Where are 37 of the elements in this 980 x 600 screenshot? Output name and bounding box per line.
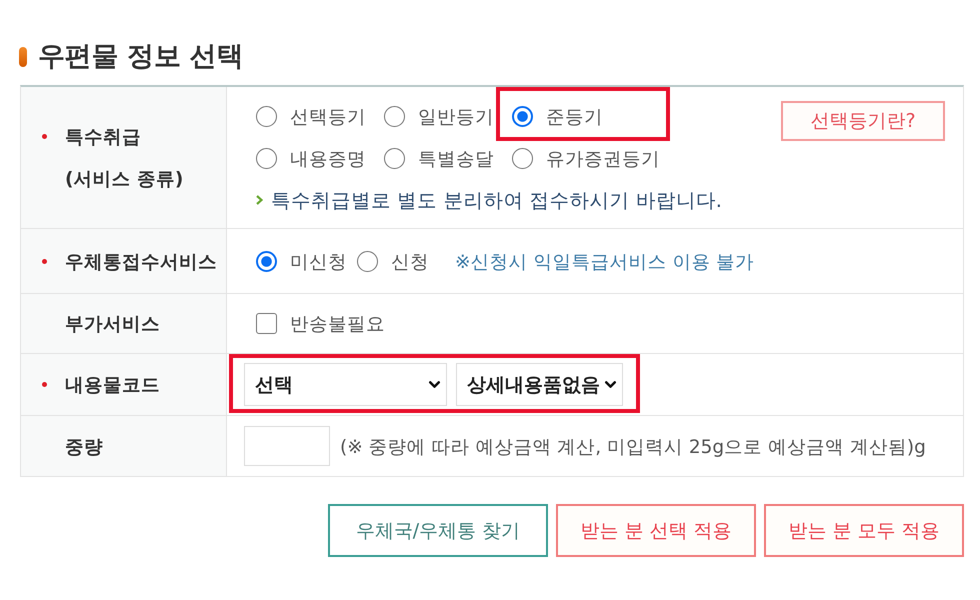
info-button[interactable]: 선택등기란? (781, 101, 945, 141)
radio-button[interactable] (512, 148, 533, 168)
field-label: 내용물코드 (65, 374, 160, 397)
field-label: 우체통접수서비스 (65, 250, 217, 274)
field-label: 특수취급 (65, 126, 141, 149)
radio-label[interactable]: 준등기 (546, 104, 603, 128)
radio-label[interactable]: 신청 (391, 248, 429, 274)
radio-button[interactable] (256, 250, 277, 272)
field-sublabel: (서비스 종류) (65, 168, 184, 192)
radio-button[interactable] (256, 106, 277, 126)
radio-label[interactable]: 내용증명 (290, 146, 366, 170)
guide-note: 특수취급별로 별도 분리하여 접수하시기 바랍니다. (271, 188, 722, 214)
radio-label[interactable]: 유가증권등기 (546, 146, 660, 170)
radio-label[interactable]: 선택등기 (290, 104, 366, 128)
section-title: 우편물 정보 선택 (38, 40, 244, 74)
apply-button[interactable]: 받는 분 모두 적용 (764, 504, 964, 557)
field-label: 부가서비스 (65, 313, 160, 336)
dropdown[interactable]: 상세내용품없음 (456, 363, 623, 406)
radio-label[interactable]: 미신청 (290, 248, 347, 274)
chevron-right-icon (256, 195, 263, 205)
dropdown[interactable]: 선택 (244, 363, 447, 406)
checkbox-label[interactable]: 반송불필요 (290, 311, 385, 336)
apply-button[interactable]: 받는 분 선택 적용 (556, 504, 756, 557)
radio-button[interactable] (357, 250, 378, 272)
radio-label[interactable]: 특별송달 (418, 146, 494, 170)
radio-label[interactable]: 일반등기 (418, 104, 494, 128)
hint-text: (※ 중량에 따라 예상금액 계산, 미입력시 25g으로 예상금액 계산됨)g (340, 436, 926, 458)
radio-button[interactable] (384, 148, 405, 168)
radio-button[interactable] (512, 106, 533, 126)
info-note: ※신청시 익일특급서비스 이용 불가 (455, 250, 754, 274)
field-label: 중량 (65, 436, 103, 458)
input-field[interactable] (244, 426, 330, 466)
radio-button[interactable] (384, 106, 405, 126)
find-button[interactable]: 우체국/우체통 찾기 (328, 504, 548, 557)
checkbox[interactable] (256, 313, 277, 334)
title-marker-icon (19, 47, 27, 67)
radio-button[interactable] (256, 148, 277, 168)
